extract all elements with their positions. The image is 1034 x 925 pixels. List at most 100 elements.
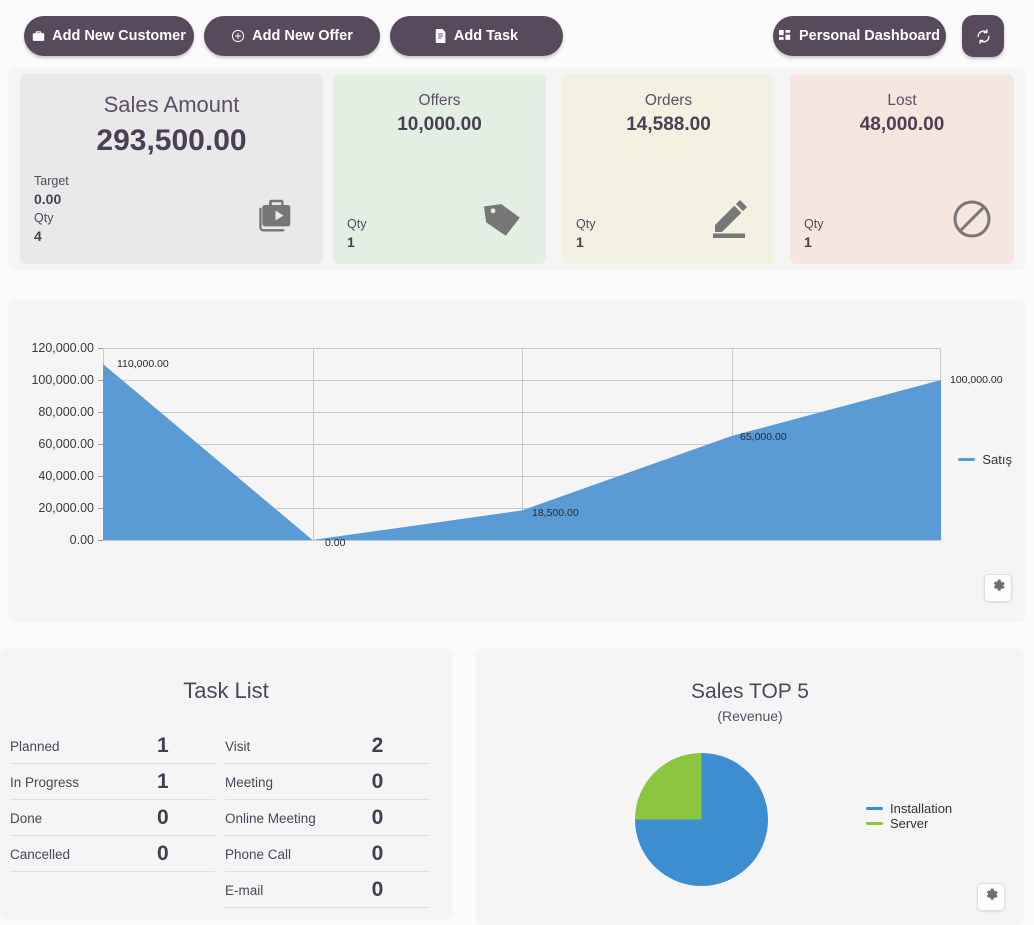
chart-settings-button[interactable]	[984, 574, 1012, 602]
task-status-value: 0	[156, 799, 216, 836]
task-list-table: Planned 1 Visit 2 In Progress 1 Meeting …	[10, 728, 430, 908]
task-list-title: Task List	[183, 678, 269, 703]
kpi-qty-label: Qty	[34, 211, 54, 225]
chart-legend[interactable]: Satış	[958, 452, 1012, 467]
task-list-card: Task List Planned 1 Visit 2 In Progress …	[0, 648, 452, 920]
add-new-offer-label: Add New Offer	[252, 28, 353, 44]
kpi-qty-label-orders: Qty	[576, 217, 596, 231]
point-label-october: 100,000.00	[950, 374, 1003, 386]
task-type-value: 0	[371, 835, 430, 872]
sales-top5-title: Sales TOP 5	[691, 680, 809, 703]
kpi-value-sales: 293,500.00	[96, 124, 247, 157]
refresh-button[interactable]	[962, 15, 1004, 57]
point-label-june: 0.00	[325, 537, 346, 549]
kpi-sub-offers: Qty 1	[347, 215, 366, 252]
kpi-title-lost: Lost	[887, 92, 917, 109]
kpi-sub-orders: Qty 1	[576, 215, 595, 252]
kpi-card-sales-amount[interactable]: Sales Amount 293,500.00 Target 0.00 Qty …	[20, 74, 323, 264]
area-series-satis	[103, 364, 941, 540]
task-status-label: In Progress	[10, 763, 157, 800]
point-label-august: 65,000.00	[740, 431, 787, 443]
table-row: In Progress 1 Meeting 0	[10, 763, 430, 800]
kpi-qty-value-offers: 1	[347, 234, 355, 250]
document-icon	[435, 29, 447, 43]
legend-label-satis: Satış	[982, 452, 1012, 467]
kpi-value-offers: 10,000.00	[397, 114, 482, 135]
kpi-qty-label-offers: Qty	[347, 217, 367, 231]
task-type-value: 0	[371, 871, 430, 908]
task-type-value: 2	[371, 728, 430, 764]
column-gap	[215, 872, 225, 908]
legend-item-server[interactable]: Server	[866, 816, 952, 831]
column-gap	[215, 764, 225, 800]
dashboard-page: Add New Customer Add New Offer Add Task …	[0, 0, 1034, 925]
legend-swatch-satis	[958, 458, 976, 461]
legend-swatch-server	[866, 822, 883, 825]
task-type-value: 0	[371, 763, 430, 800]
kpi-target-label: Target	[34, 174, 69, 188]
task-type-label: E-mail	[225, 871, 372, 908]
sales-top5-subtitle: (Revenue)	[717, 708, 783, 724]
column-gap	[215, 836, 225, 872]
kpi-qty-label-lost: Qty	[804, 217, 824, 231]
y-tick-80000: 80,000.00	[38, 405, 94, 419]
task-status-label: Planned	[10, 728, 157, 764]
kpi-sub-sales: Target 0.00 Qty 4	[34, 172, 69, 246]
task-status-value: 0	[156, 835, 216, 872]
sales-top5-card: Sales TOP 5 (Revenue) 2.00 6.00 Installa…	[476, 648, 1024, 925]
y-tick-100000: 100,000.00	[31, 373, 94, 387]
plus-circle-icon	[231, 29, 245, 43]
task-status-value-empty	[157, 872, 215, 908]
y-tick-40000: 40,000.00	[38, 469, 94, 483]
kpi-card-orders[interactable]: Orders 14,588.00 Qty 1	[562, 74, 775, 264]
legend-swatch-installation	[866, 807, 883, 810]
kpi-value-lost: 48,000.00	[859, 114, 945, 135]
add-new-offer-button[interactable]: Add New Offer	[204, 16, 380, 56]
kpi-title-offers: Offers	[418, 92, 461, 109]
kpi-sub-lost: Qty 1	[804, 215, 823, 252]
table-row: Done 0 Online Meeting 0	[10, 799, 430, 836]
task-status-label: Cancelled	[10, 835, 157, 872]
task-type-label: Phone Call	[225, 835, 372, 872]
task-status-label: Done	[10, 799, 157, 836]
table-row: Planned 1 Visit 2	[10, 728, 430, 764]
kpi-title-sales: Sales Amount	[103, 92, 240, 117]
kpi-qty-value-orders: 1	[576, 234, 584, 250]
legend-label-server: Server	[890, 816, 929, 831]
kpi-card-offers[interactable]: Offers 10,000.00 Qty 1	[333, 74, 546, 264]
refresh-icon	[975, 28, 992, 45]
kpi-title-orders: Orders	[644, 92, 693, 109]
pie-legend[interactable]: Installation Server	[866, 801, 952, 831]
add-task-label: Add Task	[453, 28, 519, 44]
task-type-label: Online Meeting	[225, 799, 372, 836]
task-status-label-empty	[10, 872, 157, 908]
y-tick-120000: 120,000.00	[31, 341, 94, 355]
briefcase-play-icon	[257, 195, 301, 242]
tag-icon	[482, 199, 524, 244]
sales-area-chart-card: 120,000.00 100,000.00 80,000.00 60,000.0…	[8, 300, 1026, 863]
briefcase-icon	[32, 30, 45, 43]
column-gap	[215, 800, 225, 836]
point-label-may: 110,000.00	[117, 358, 169, 370]
personal-dashboard-button[interactable]: Personal Dashboard	[773, 16, 946, 56]
task-type-label: Visit	[225, 728, 372, 764]
top-toolbar: Add New Customer Add New Offer Add Task …	[0, 15, 1034, 66]
chart-plot-area	[103, 348, 941, 541]
point-label-july: 18,500.00	[532, 507, 579, 519]
task-status-value: 1	[156, 728, 216, 764]
kpi-card-lost[interactable]: Lost 48,000.00 Qty 1	[790, 74, 1014, 264]
y-tick-20000: 20,000.00	[38, 501, 94, 515]
add-new-customer-button[interactable]: Add New Customer	[24, 16, 194, 56]
table-row: E-mail 0	[10, 871, 430, 908]
pie-chart	[635, 753, 768, 886]
kpi-target-value: 0.00	[34, 191, 62, 207]
kpi-band: Sales Amount 293,500.00 Target 0.00 Qty …	[8, 68, 1026, 270]
grid-icon	[778, 29, 792, 43]
add-task-button[interactable]: Add Task	[390, 16, 563, 56]
gear-icon	[984, 887, 999, 907]
pie-settings-button[interactable]	[977, 883, 1005, 911]
y-tick-0: 0.00	[69, 533, 94, 547]
legend-item-installation[interactable]: Installation	[866, 801, 952, 816]
task-type-value: 0	[371, 799, 430, 836]
pencil-icon	[709, 197, 753, 244]
